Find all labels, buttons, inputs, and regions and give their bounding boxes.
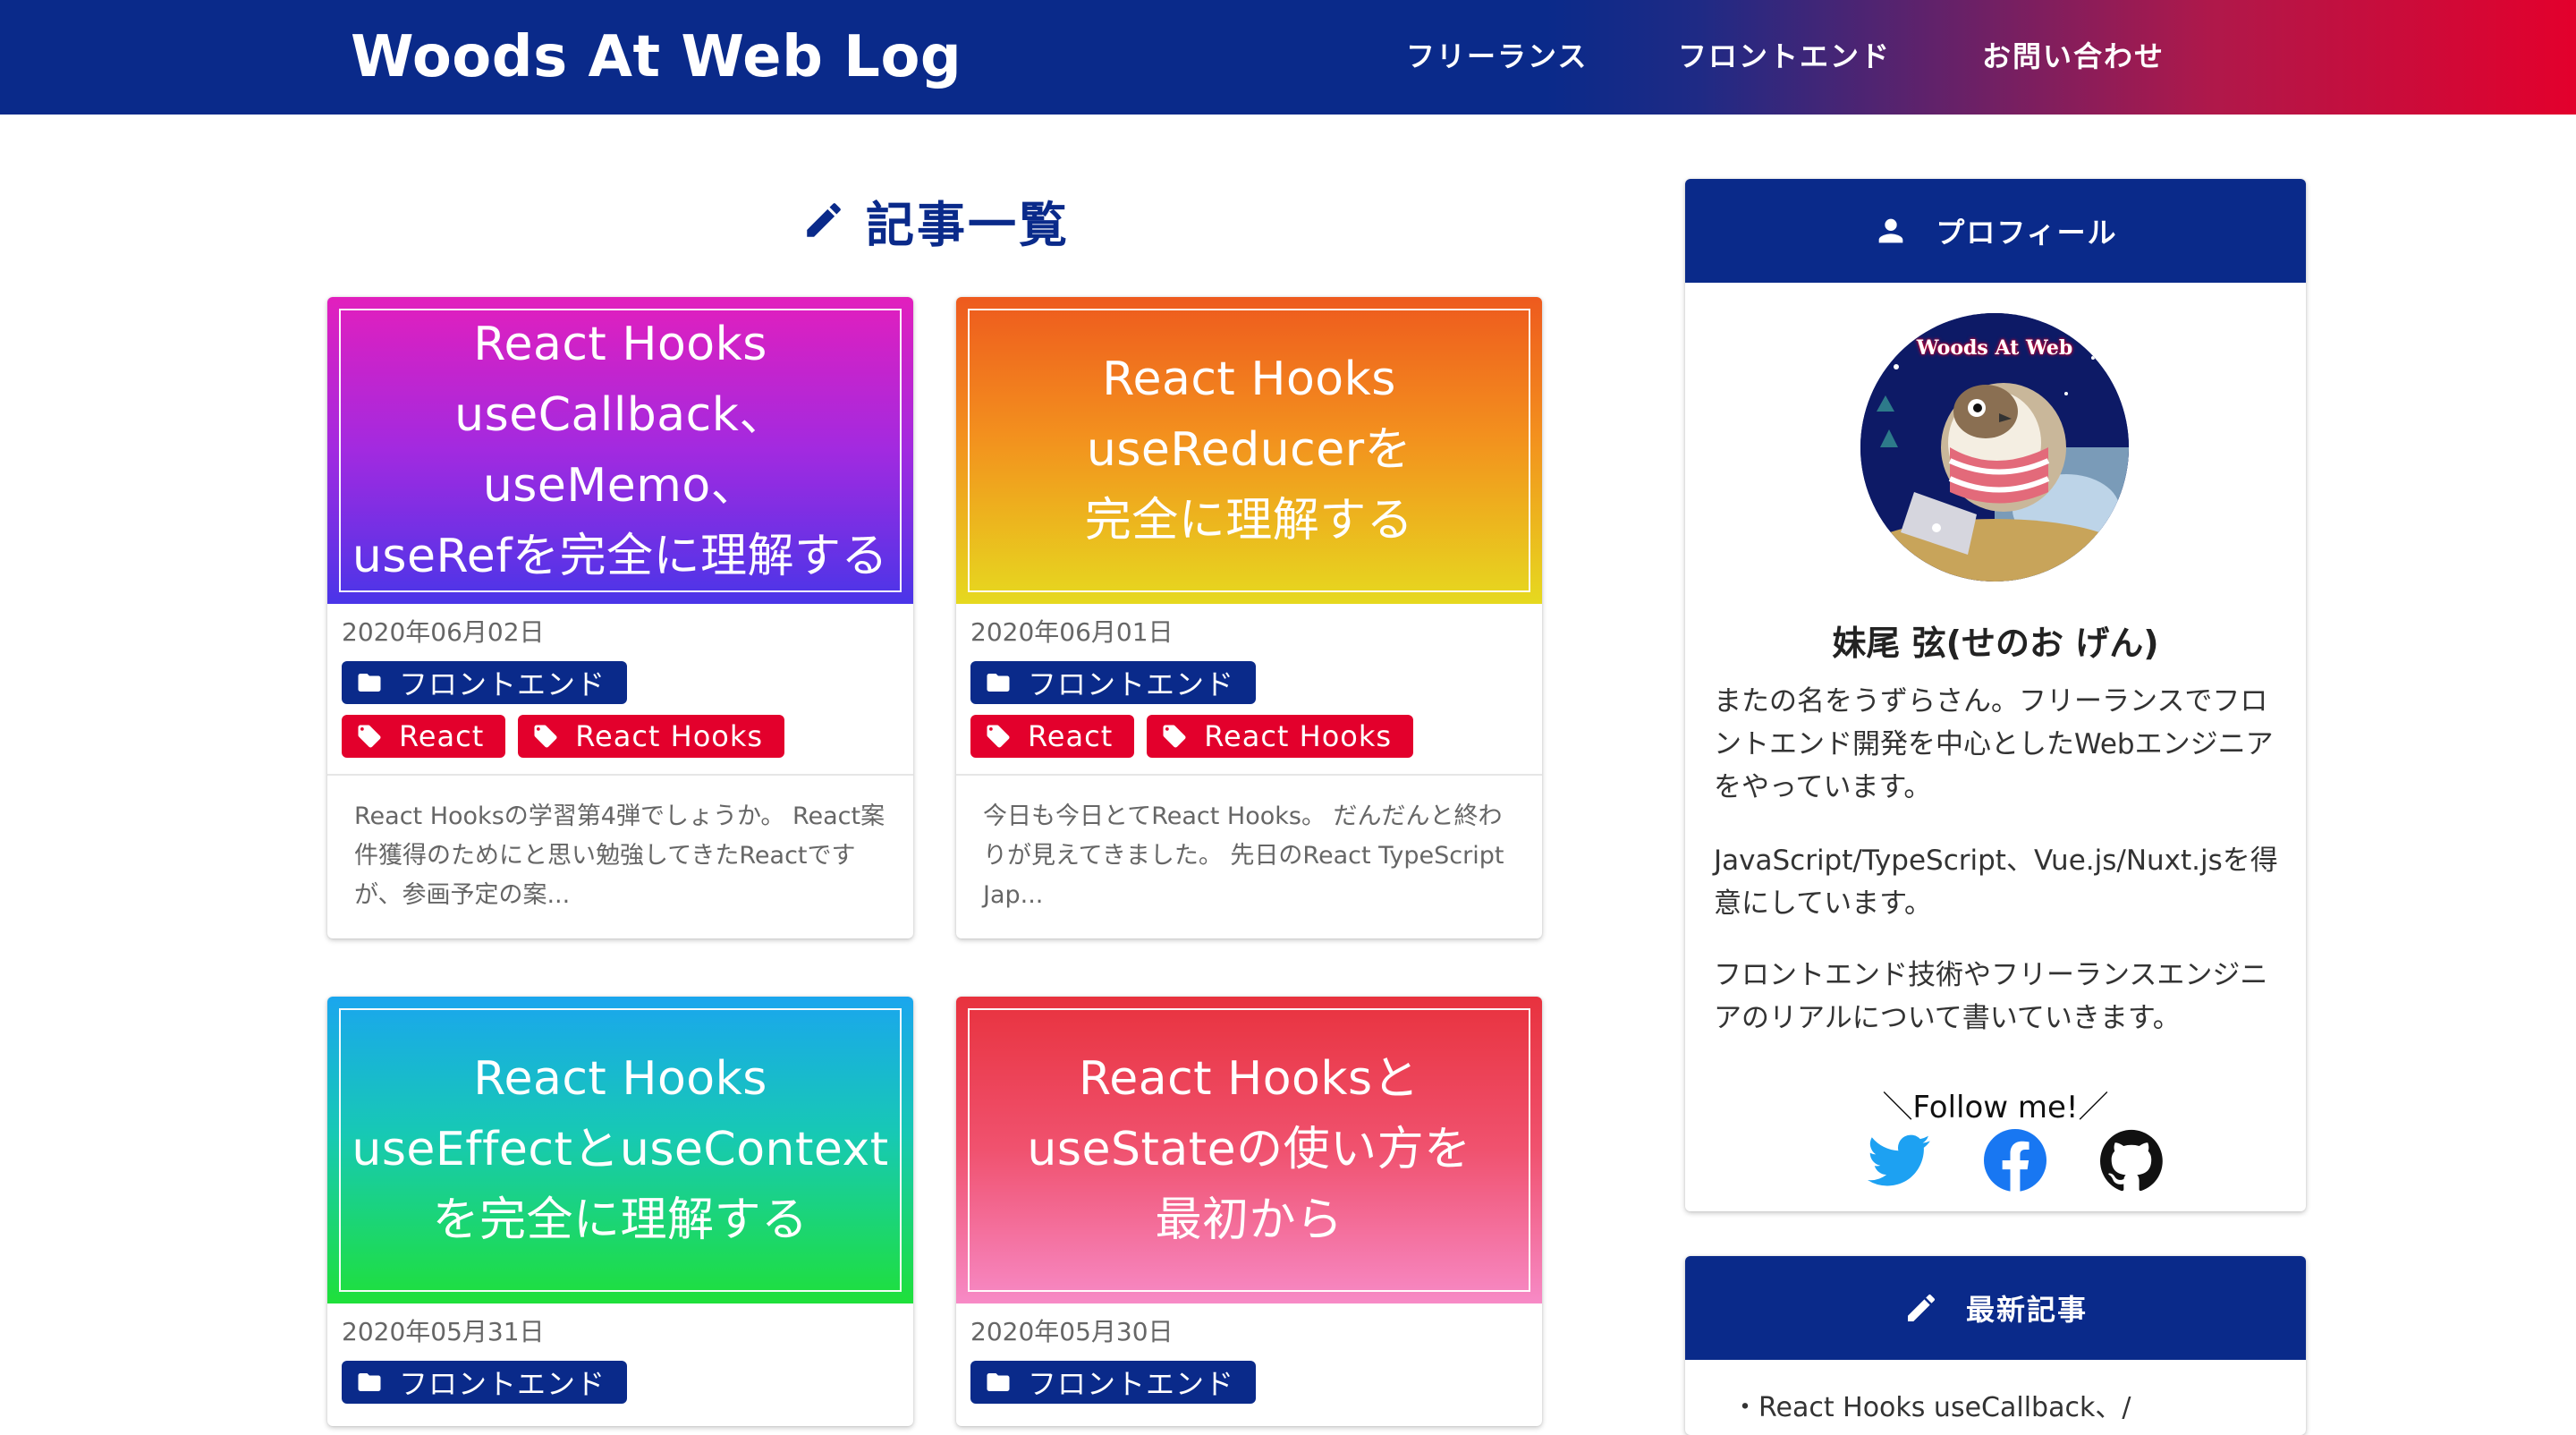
page-title-text: 記事一覧: [866, 196, 1070, 253]
thumbnail-title: React Hooksと useStateの使い方を 最初から: [1027, 1052, 1471, 1247]
nav-item-contact[interactable]: お問い合わせ: [1982, 36, 2165, 77]
person-icon: [1878, 218, 1903, 243]
category-label: フロントエンド: [1028, 1367, 1235, 1401]
tag-icon: [534, 725, 557, 748]
recent-posts-title: 最新記事: [1965, 1293, 2088, 1327]
profile-bio: またの名をうずらさん。フリーランスでフロントエンド開発を中心としたWebエンジニ…: [1714, 685, 2274, 803]
category-label: フロントエンド: [399, 667, 606, 701]
post-thumbnail[interactable]: React Hooks useEffectとuseContext を完全に理解す…: [327, 997, 913, 1303]
profile-widget-title: プロフィール: [1936, 216, 2118, 250]
nav-item-freelance[interactable]: フリーランス: [1406, 36, 1588, 77]
post-thumbnail[interactable]: React Hooksと useStateの使い方を 最初から: [956, 997, 1542, 1303]
tag-badge-react-hooks[interactable]: React Hooks: [518, 715, 785, 758]
tag-label: React Hooks: [1204, 719, 1393, 753]
page-title: 記事一覧: [801, 184, 1070, 256]
thumbnail-title: React Hooks useCallback、useMemo、 useRefを…: [352, 317, 889, 583]
post-date: 2020年06月01日: [970, 617, 1174, 647]
post-thumbnail[interactable]: React Hooks useCallback、useMemo、 useRefを…: [327, 297, 913, 604]
avatar-logo-text: Woods At Web: [1916, 336, 2073, 360]
tag-icon: [1163, 725, 1186, 748]
post-date: 2020年05月30日: [970, 1317, 1174, 1346]
profile-bio: JavaScript/TypeScript、Vue.js/Nuxt.jsを得意に…: [1714, 845, 2278, 920]
facebook-icon[interactable]: [1984, 1129, 2046, 1193]
tag-badge-react-hooks[interactable]: React Hooks: [1147, 715, 1414, 758]
recent-posts-header: 最新記事: [1685, 1256, 2306, 1360]
folder-icon: [987, 1373, 1010, 1391]
avatar: Woods At Web: [1860, 313, 2129, 582]
follow-label: ＼Follow me!／: [1882, 1090, 2109, 1125]
folder-icon: [987, 674, 1010, 692]
post-card[interactable]: React Hooksと useStateの使い方を 最初から 2020年05月…: [956, 997, 1542, 1426]
category-label: フロントエンド: [1028, 667, 1235, 701]
profile-name: 妹尾 弦(せのお げん): [1832, 624, 2159, 663]
category-badge[interactable]: フロントエンド: [970, 661, 1257, 704]
site-title[interactable]: Woods At Web Log: [351, 20, 962, 95]
post-card[interactable]: React Hooks useEffectとuseContext を完全に理解す…: [327, 997, 913, 1426]
category-badge[interactable]: フロントエンド: [970, 1361, 1257, 1404]
recent-posts-widget: 最新記事 ・React Hooks useCallback、/: [1685, 1256, 2306, 1435]
post-card[interactable]: React Hooks useCallback、useMemo、 useRefを…: [327, 297, 913, 938]
folder-icon: [358, 674, 381, 692]
tag-label: React Hooks: [575, 719, 764, 753]
tag-badge-react[interactable]: React: [342, 715, 506, 758]
tag-label: React: [399, 719, 485, 753]
post-date: 2020年06月02日: [342, 617, 545, 647]
post-date: 2020年05月31日: [342, 1317, 545, 1346]
tag-icon: [358, 725, 381, 748]
post-excerpt: React Hooksの学習第4弾でしょうか。 React案件獲得のためにと思い…: [354, 802, 886, 909]
pencil-icon: [1907, 1294, 1935, 1321]
tag-icon: [987, 725, 1010, 748]
category-badge[interactable]: フロントエンド: [342, 1361, 628, 1404]
tag-badge-react[interactable]: React: [970, 715, 1135, 758]
profile-widget-header: プロフィール: [1685, 179, 2306, 283]
post-thumbnail[interactable]: React Hooks useReducerを 完全に理解する: [956, 297, 1542, 604]
tag-label: React: [1028, 719, 1114, 753]
recent-post-item[interactable]: ・React Hooks useCallback、/: [1732, 1385, 2131, 1424]
folder-icon: [358, 1373, 381, 1391]
thumbnail-title: React Hooks useEffectとuseContext を完全に理解す…: [352, 1052, 889, 1247]
pencil-icon: [807, 203, 841, 237]
post-excerpt: 今日も今日とてReact Hooks。 だんだんと終わりが見えてきました。 先日…: [983, 802, 1504, 909]
github-icon[interactable]: [2100, 1129, 2163, 1192]
profile-bio: フロントエンド技術やフリーランスエンジニアのリアルについて書いていきます。: [1714, 959, 2268, 1034]
category-label: フロントエンド: [399, 1367, 606, 1401]
thumbnail-title: React Hooks useReducerを 完全に理解する: [1084, 352, 1414, 548]
twitter-icon[interactable]: [1868, 1129, 1930, 1192]
post-card[interactable]: React Hooks useReducerを 完全に理解する 2020年06月…: [956, 297, 1542, 938]
nav-item-frontend[interactable]: フロントエンド: [1678, 36, 1891, 77]
profile-widget: プロフィール Woods At Web 妹尾 弦(せのお げん) またの名をうず…: [1685, 179, 2306, 1211]
category-badge[interactable]: フロントエンド: [342, 661, 628, 704]
site-header: Woods At Web Log フリーランス フロントエンド お問い合わせ: [0, 0, 2576, 115]
